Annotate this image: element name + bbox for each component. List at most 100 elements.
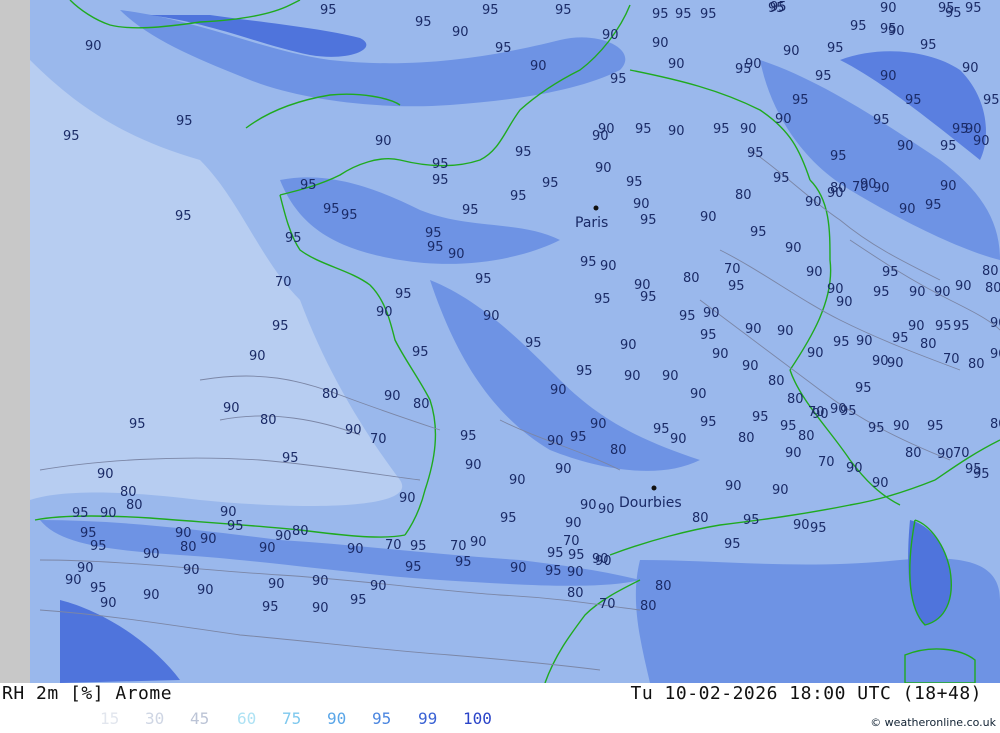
contour-value-label: 70 xyxy=(275,275,292,290)
contour-value-label: 70 xyxy=(563,534,580,549)
contour-value-label: 90 xyxy=(940,179,957,194)
contour-value-label: 95 xyxy=(945,6,962,21)
contour-value-label: 70 xyxy=(953,446,970,461)
contour-value-label: 80 xyxy=(968,357,985,372)
contour-value-label: 95 xyxy=(63,129,80,144)
contour-value-label: 95 xyxy=(510,189,527,204)
contour-value-label: 90 xyxy=(662,369,679,384)
contour-value-label: 90 xyxy=(100,506,117,521)
contour-value-label: 90 xyxy=(530,59,547,74)
city-dot-paris xyxy=(593,205,599,211)
contour-value-label: 90 xyxy=(143,588,160,603)
contour-value-label: 90 xyxy=(690,387,707,402)
contour-value-label: 80 xyxy=(292,524,309,539)
map-title: RH 2m [%] Arome xyxy=(2,683,173,704)
legend-label: 100 xyxy=(463,709,492,728)
contour-value-label: 95 xyxy=(410,539,427,554)
contour-value-label: 90 xyxy=(595,161,612,176)
contour-value-label: 90 xyxy=(345,423,362,438)
contour-value-label: 90 xyxy=(600,259,617,274)
contour-value-label: 95 xyxy=(752,410,769,425)
contour-value-label: 90 xyxy=(812,407,829,422)
contour-value-label: 80 xyxy=(738,431,755,446)
map-canvas: 95 95 95 95 95 95 95 95 90 90 90 95 90 90 95 95 90 90 95 90… xyxy=(0,0,1000,683)
contour-value-label: 80 xyxy=(260,413,277,428)
contour-value-label: 95 xyxy=(323,202,340,217)
contour-value-label: 90 xyxy=(700,210,717,225)
contour-value-label: 90 xyxy=(448,247,465,262)
contour-value-label: 90 xyxy=(249,349,266,364)
contour-value-label: 90 xyxy=(873,181,890,196)
contour-value-label: 90 xyxy=(97,467,114,482)
contour-value-label: 90 xyxy=(77,561,94,576)
contour-value-label: 90 xyxy=(897,139,914,154)
contour-value-label: 95 xyxy=(545,564,562,579)
contour-value-label: 90 xyxy=(670,432,687,447)
contour-value-label: 90 xyxy=(399,491,416,506)
contour-value-label: 95 xyxy=(542,176,559,191)
contour-value-label: 80 xyxy=(610,443,627,458)
contour-value-label: 90 xyxy=(742,359,759,374)
contour-value-label: 95 xyxy=(679,309,696,324)
contour-value-label: 95 xyxy=(176,114,193,129)
contour-value-label: 95 xyxy=(675,7,692,22)
legend-label: 60 xyxy=(237,709,257,728)
contour-value-label: 90 xyxy=(807,346,824,361)
contour-value-label: 90 xyxy=(598,122,615,137)
contour-value-label: 90 xyxy=(268,577,285,592)
contour-value-label: 90 xyxy=(602,28,619,43)
legend-label: 75 xyxy=(282,709,302,728)
contour-value-label: 95 xyxy=(920,38,937,53)
contour-value-label: 80 xyxy=(413,397,430,412)
contour-value-label: 95 xyxy=(482,3,499,18)
contour-value-label: 90 xyxy=(220,505,237,520)
contour-value-label: 95 xyxy=(320,3,337,18)
contour-value-label: 90 xyxy=(598,502,615,517)
contour-value-label: 95 xyxy=(868,421,885,436)
contour-value-label: 95 xyxy=(460,429,477,444)
contour-value-label: 90 xyxy=(909,285,926,300)
site-credit[interactable]: © weatheronline.co.uk xyxy=(870,716,996,729)
contour-value-label: 90 xyxy=(470,535,487,550)
contour-value-label: 95 xyxy=(892,331,909,346)
contour-value-label: 80 xyxy=(322,387,339,402)
contour-value-label: 90 xyxy=(668,124,685,139)
contour-value-label: 90 xyxy=(990,347,1000,362)
contour-value-label: 95 xyxy=(525,336,542,351)
contour-value-label: 90 xyxy=(703,306,720,321)
contour-value-label: 90 xyxy=(370,579,387,594)
contour-value-label: 95 xyxy=(827,41,844,56)
contour-value-label: 95 xyxy=(973,467,990,482)
contour-value-label: 90 xyxy=(846,461,863,476)
contour-value-label: 95 xyxy=(653,422,670,437)
contour-value-label: 95 xyxy=(882,265,899,280)
contour-value-label: 95 xyxy=(515,145,532,160)
contour-value-label: 90 xyxy=(143,547,160,562)
contour-value-label: 95 xyxy=(747,146,764,161)
contour-value-label: 90 xyxy=(555,462,572,477)
contour-value-label: 90 xyxy=(856,334,873,349)
contour-value-label: 90 xyxy=(567,565,584,580)
contour-value-label: 90 xyxy=(712,347,729,362)
contour-value-label: 80 xyxy=(798,429,815,444)
contour-value-label: 95 xyxy=(282,451,299,466)
contour-value-label: 70 xyxy=(370,432,387,447)
contour-value-label: 90 xyxy=(955,279,972,294)
contour-value-label: 95 xyxy=(905,93,922,108)
contour-value-label: 95 xyxy=(833,335,850,350)
contour-value-label: 95 xyxy=(724,537,741,552)
contour-value-label: 90 xyxy=(740,122,757,137)
contour-value-label: 90 xyxy=(793,518,810,533)
legend-label: 90 xyxy=(327,709,347,728)
contour-value-label: 90 xyxy=(580,498,597,513)
contour-value-label: 80 xyxy=(567,586,584,601)
contour-value-label: 70 xyxy=(943,352,960,367)
contour-value-label: 90 xyxy=(668,57,685,72)
contour-value-label: 95 xyxy=(395,287,412,302)
city-label-paris: Paris xyxy=(575,215,608,231)
contour-value-label: 90 xyxy=(785,241,802,256)
contour-value-label: 90 xyxy=(624,369,641,384)
contour-value-label: 90 xyxy=(197,583,214,598)
contour-value-label: 90 xyxy=(175,526,192,541)
contour-value-label: 95 xyxy=(640,290,657,305)
